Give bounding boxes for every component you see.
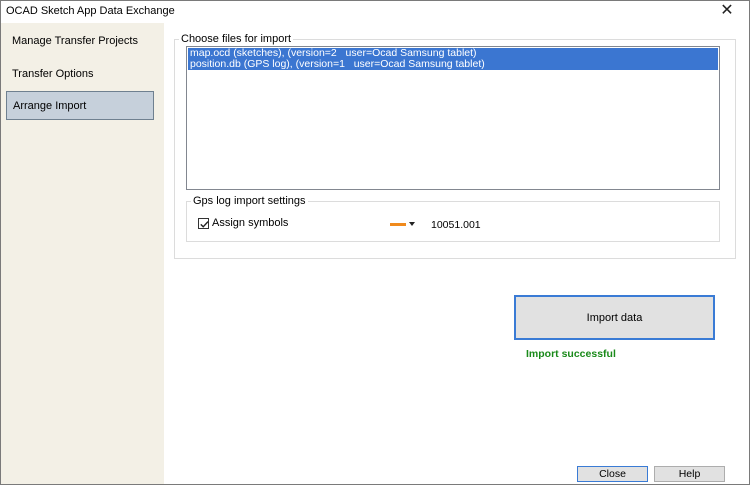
chevron-down-icon <box>409 222 415 226</box>
app-window: OCAD Sketch App Data Exchange ✕ Manage T… <box>0 0 750 485</box>
assign-symbols-label: Assign symbols <box>212 217 289 229</box>
assign-symbols-checkbox[interactable] <box>198 218 209 229</box>
gps-settings-title: Gps log import settings <box>191 195 308 207</box>
close-window-icon[interactable]: ✕ <box>719 3 735 19</box>
checkmark-icon <box>200 221 209 228</box>
help-button[interactable]: Help <box>654 466 725 482</box>
import-status-text: Import successful <box>526 348 616 360</box>
sidebar-item-label: Manage Transfer Projects <box>12 35 138 47</box>
sidebar-item-label: Arrange Import <box>13 100 87 112</box>
sidebar-item-transfer-options[interactable]: Transfer Options <box>6 60 154 89</box>
sidebar: Manage Transfer Projects Transfer Option… <box>1 23 164 484</box>
symbol-code: 10051.001 <box>431 219 481 231</box>
sidebar-item-label: Transfer Options <box>12 68 94 80</box>
symbol-picker-dropdown[interactable] <box>388 218 416 230</box>
window-title: OCAD Sketch App Data Exchange <box>6 5 175 17</box>
close-button[interactable]: Close <box>577 466 648 482</box>
choose-files-title: Choose files for import <box>179 33 294 45</box>
title-bar: OCAD Sketch App Data Exchange ✕ <box>1 1 749 23</box>
import-file-list[interactable]: map.ocd (sketches), (version=2 user=Ocad… <box>186 46 720 190</box>
sidebar-item-arrange-import[interactable]: Arrange Import <box>6 91 154 120</box>
list-item[interactable]: position.db (GPS log), (version=1 user=O… <box>188 59 718 70</box>
line-symbol-icon <box>390 223 406 226</box>
import-data-button[interactable]: Import data <box>514 295 715 340</box>
sidebar-item-manage-transfer-projects[interactable]: Manage Transfer Projects <box>6 27 154 56</box>
